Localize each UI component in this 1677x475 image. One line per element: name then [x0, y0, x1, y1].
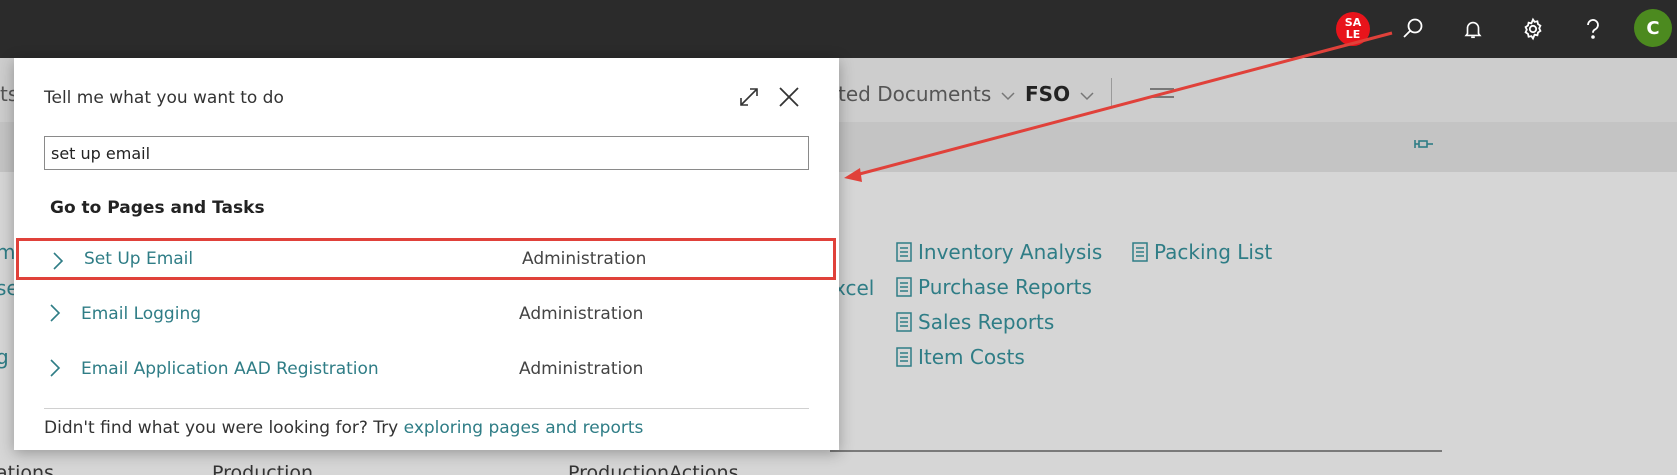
result-name: Set Up Email — [84, 249, 194, 269]
chevron-down-icon — [1001, 92, 1015, 101]
nav-item-posted-documents[interactable]: ted Documents — [838, 82, 1015, 106]
close-button[interactable] — [772, 80, 806, 114]
section-label: ProductionActions — [568, 462, 739, 475]
close-icon — [779, 87, 799, 107]
link-partial[interactable]: xcel — [834, 276, 874, 300]
report-icon — [896, 312, 912, 332]
company-badge[interactable]: SA LE — [1336, 12, 1370, 46]
report-icon — [896, 242, 912, 262]
result-set-up-email[interactable]: Set Up Email Administration — [16, 238, 836, 280]
search-icon[interactable] — [1393, 9, 1433, 49]
link-label: Sales Reports — [918, 310, 1055, 334]
report-icon — [896, 277, 912, 297]
gear-icon[interactable] — [1513, 9, 1553, 49]
link-label: Inventory Analysis — [918, 240, 1103, 264]
hamburger-icon[interactable] — [1150, 88, 1174, 104]
user-avatar[interactable]: C — [1634, 9, 1672, 47]
result-email-logging[interactable]: Email Logging Administration — [16, 293, 836, 335]
chevron-right-icon — [53, 252, 64, 270]
footer-text: Didn't find what you were looking for? T… — [44, 418, 404, 438]
dialog-footer: Didn't find what you were looking for? T… — [44, 418, 643, 438]
nav-separator — [1111, 78, 1112, 108]
report-icon — [896, 347, 912, 367]
link-packing-list[interactable]: Packing List — [1132, 240, 1272, 264]
result-name: Email Logging — [81, 304, 202, 324]
report-icon — [1132, 242, 1148, 262]
explore-pages-link[interactable]: exploring pages and reports — [404, 418, 644, 438]
chevron-down-icon — [1080, 92, 1094, 101]
bell-icon[interactable] — [1453, 9, 1493, 49]
search-input[interactable] — [44, 136, 809, 170]
link-partial[interactable]: g — [0, 345, 9, 369]
result-name: Email Application AAD Registration — [81, 359, 379, 379]
link-item-costs[interactable]: Item Costs — [896, 345, 1025, 369]
link-sales-reports[interactable]: Sales Reports — [896, 310, 1054, 334]
section-label: ations — [0, 462, 54, 475]
link-label: Purchase Reports — [918, 275, 1092, 299]
expand-icon — [740, 88, 758, 106]
nav-item-label: FSO — [1025, 82, 1071, 106]
help-icon[interactable] — [1573, 9, 1613, 49]
result-category: Administration — [522, 249, 647, 269]
dialog-divider — [44, 408, 809, 409]
link-label: Item Costs — [918, 345, 1025, 369]
expand-button[interactable] — [732, 80, 766, 114]
link-inventory-analysis[interactable]: Inventory Analysis — [896, 240, 1102, 264]
tell-me-dialog: Tell me what you want to do Go to Pages … — [14, 58, 839, 450]
link-purchase-reports[interactable]: Purchase Reports — [896, 275, 1092, 299]
result-category: Administration — [519, 359, 644, 379]
chevron-right-icon — [50, 359, 61, 377]
chevron-right-icon — [50, 304, 61, 322]
dialog-title: Tell me what you want to do — [44, 88, 284, 108]
section-heading: Go to Pages and Tasks — [50, 198, 265, 218]
result-category: Administration — [519, 304, 644, 324]
nav-item-label: ted Documents — [838, 82, 992, 106]
pin-icon[interactable] — [1413, 134, 1435, 156]
section-divider — [830, 450, 1442, 452]
nav-item-fso[interactable]: FSO — [1025, 82, 1094, 106]
link-label: Packing List — [1154, 240, 1273, 264]
result-email-application-aad-registration[interactable]: Email Application AAD Registration Admin… — [16, 348, 836, 390]
section-label: Production — [212, 462, 314, 475]
